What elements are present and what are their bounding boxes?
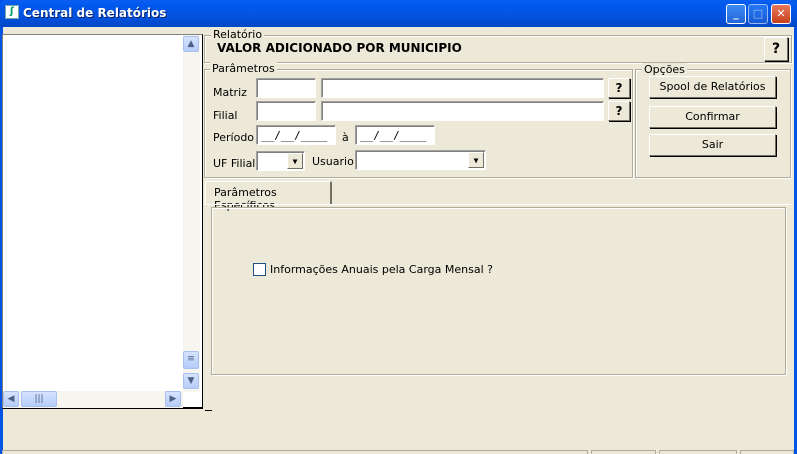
exit-button[interactable]: Sair [649, 134, 776, 156]
usuario-select[interactable]: ▼ [355, 150, 486, 170]
matriz-help-button[interactable]: ? [608, 78, 630, 98]
minimize-button[interactable]: _ [726, 4, 746, 24]
filial-help-button[interactable]: ? [608, 101, 630, 121]
scroll-up-icon[interactable]: ▲ [183, 36, 199, 52]
chevron-down-icon[interactable]: ▼ [287, 153, 303, 169]
report-name: VALOR ADICIONADO POR MUNICIPIO [217, 41, 462, 55]
scroll-thumb-vertical[interactable]: ≡ [183, 351, 199, 369]
close-button[interactable]: ✕ [771, 4, 791, 24]
periodo-label: Período [213, 131, 255, 144]
confirm-button[interactable]: Confirmar [649, 106, 776, 128]
splitter-mark [205, 410, 212, 411]
app-icon: ʃ [5, 5, 19, 19]
options-group-label: Opções [642, 63, 687, 76]
periodo-separator: à [342, 131, 349, 144]
filial-code-input[interactable] [256, 101, 316, 121]
scroll-left-icon[interactable]: ◀ [3, 391, 19, 407]
periodo-from-input[interactable]: __/__/____ [256, 125, 336, 145]
scroll-thumb-horizontal[interactable]: ||| [21, 391, 57, 407]
annual-info-label: Informações Anuais pela Carga Mensal ? [270, 263, 493, 276]
title-bar[interactable]: ʃ Central de Relatórios _ □ ✕ [0, 0, 797, 27]
horizontal-scrollbar[interactable]: ◀ ||| ▶ [3, 391, 183, 408]
matriz-name-input[interactable] [321, 78, 604, 98]
report-help-button[interactable]: ? [764, 37, 788, 61]
status-panel [659, 450, 737, 454]
tab-parametros-especificos[interactable]: Parâmetros Específicos [205, 181, 332, 212]
chevron-down-icon[interactable]: ▼ [468, 152, 484, 168]
usuario-label: Usuario [312, 155, 354, 168]
filial-name-input[interactable] [321, 101, 604, 121]
scroll-down-icon[interactable]: ▼ [183, 373, 199, 389]
status-panel [740, 450, 794, 454]
report-group-label: Relatório [211, 28, 265, 41]
annual-info-checkbox[interactable] [253, 263, 266, 276]
uf-filial-label: UF Filial [213, 157, 256, 170]
scroll-right-icon[interactable]: ▶ [165, 391, 181, 407]
matriz-code-input[interactable] [256, 78, 316, 98]
report-tree[interactable] [2, 34, 203, 409]
maximize-button[interactable]: □ [748, 4, 768, 24]
specific-params-panel [211, 207, 786, 375]
periodo-to-input[interactable]: __/__/____ [355, 125, 435, 145]
uf-filial-select[interactable]: ▼ [256, 151, 305, 171]
vertical-scrollbar[interactable]: ▲ ≡ ▼ [183, 35, 200, 392]
spool-button[interactable]: Spool de Relatórios [649, 76, 776, 98]
tab-divider [204, 204, 792, 205]
status-panel [591, 450, 656, 454]
matriz-label: Matriz [213, 86, 247, 99]
parameters-group-label: Parâmetros [210, 62, 277, 75]
filial-label: Filial [213, 109, 238, 122]
status-panel [2, 450, 588, 454]
window-title: Central de Relatórios [23, 6, 167, 20]
